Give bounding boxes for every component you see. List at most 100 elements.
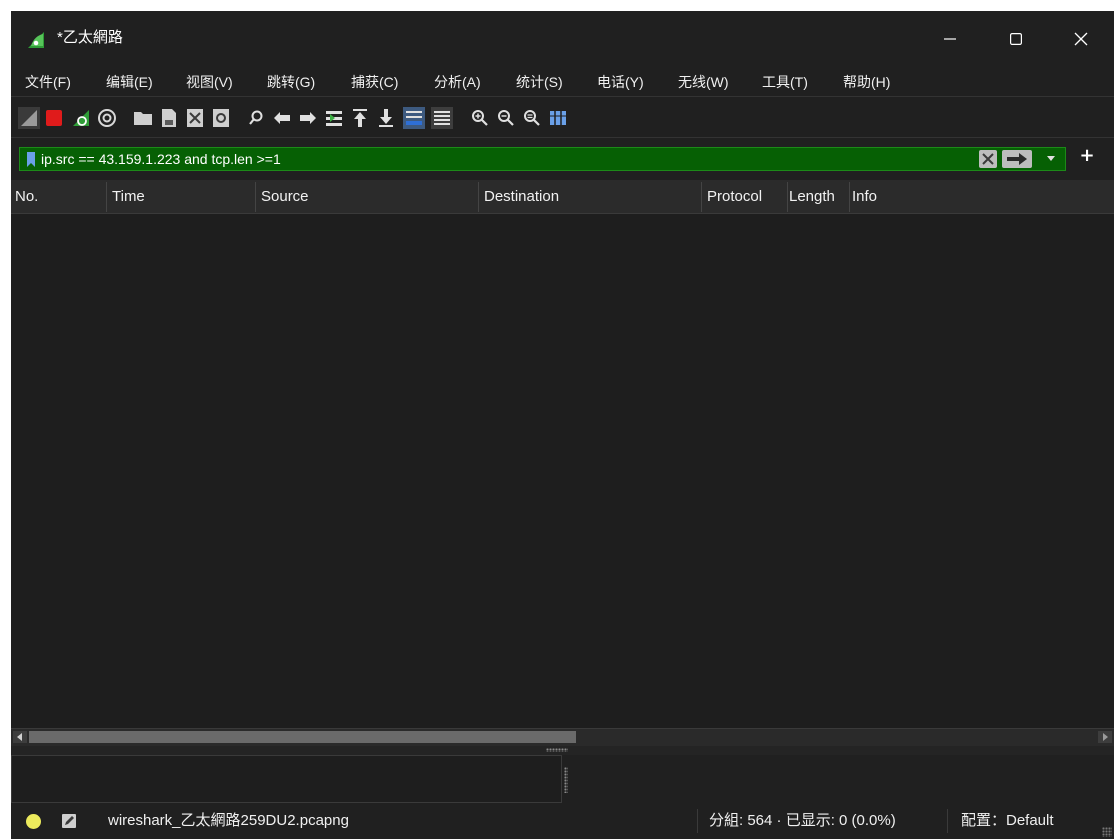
arrow-right-icon <box>1103 733 1108 741</box>
menu-edit[interactable]: 编辑(E) <box>106 73 153 91</box>
window-resize-grip-icon[interactable] <box>1102 827 1112 837</box>
scroll-right-button[interactable] <box>1098 731 1112 743</box>
auto-scroll-icon <box>403 107 425 129</box>
menu-bar: 文件(F) 编辑(E) 视图(V) 跳转(G) 捕获(C) 分析(A) 统计(S… <box>11 68 1114 96</box>
filter-history-dropdown-icon[interactable] <box>1046 155 1056 163</box>
close-button[interactable] <box>1064 24 1098 54</box>
capture-status-icon[interactable] <box>26 814 41 829</box>
first-packet-button[interactable] <box>349 107 371 129</box>
go-back-button[interactable] <box>271 107 293 129</box>
zoom-out-icon <box>498 110 514 126</box>
column-header-info[interactable]: Info <box>849 180 1114 213</box>
capture-options-icon <box>98 109 116 127</box>
close-icon <box>1074 32 1088 46</box>
menu-tools[interactable]: 工具(T) <box>762 73 808 91</box>
packet-count-stats: 分組: 564 · 已显示: 0 (0.0%) <box>709 812 896 829</box>
capture-comment-icon[interactable] <box>61 813 77 829</box>
stop-capture-button[interactable] <box>43 107 65 129</box>
normal-size-button[interactable] <box>521 107 543 129</box>
menu-file[interactable]: 文件(F) <box>25 73 71 91</box>
menu-view[interactable]: 视图(V) <box>186 73 233 91</box>
save-file-button[interactable] <box>158 107 180 129</box>
maximize-button[interactable] <box>999 24 1033 54</box>
window-title: *乙太網路 <box>57 29 123 46</box>
go-to-packet-icon <box>326 111 342 126</box>
packet-list-header: No. Time Source Destination Protocol Len… <box>11 180 1114 214</box>
menu-capture[interactable]: 捕获(C) <box>351 73 398 91</box>
column-header-time[interactable]: Time <box>108 180 255 213</box>
menu-analyze[interactable]: 分析(A) <box>434 73 481 91</box>
close-file-icon <box>187 109 203 127</box>
packet-details-pane[interactable] <box>11 755 562 803</box>
packet-list[interactable] <box>11 214 1114 728</box>
zoom-in-button[interactable] <box>469 107 491 129</box>
zoom-out-button[interactable] <box>495 107 517 129</box>
scrollbar-thumb[interactable] <box>29 731 576 743</box>
menu-help[interactable]: 帮助(H) <box>843 73 890 91</box>
go-forward-button[interactable] <box>297 107 319 129</box>
pane-splitter-horizontal[interactable] <box>11 746 1114 755</box>
clear-filter-icon[interactable] <box>978 149 998 169</box>
add-filter-button-icon[interactable]: + <box>1076 145 1098 167</box>
open-file-icon <box>134 112 152 125</box>
splitter-grip-icon <box>546 748 568 752</box>
open-file-button[interactable] <box>132 107 154 129</box>
auto-scroll-button[interactable] <box>403 107 425 129</box>
last-packet-icon <box>379 109 393 127</box>
menu-telephony[interactable]: 电话(Y) <box>597 73 644 91</box>
restart-capture-icon <box>73 110 89 126</box>
column-divider[interactable] <box>255 182 256 212</box>
column-divider[interactable] <box>106 182 107 212</box>
last-packet-button[interactable] <box>375 107 397 129</box>
reload-file-icon <box>213 109 229 127</box>
column-header-no[interactable]: No. <box>11 180 106 213</box>
minimize-button[interactable] <box>933 24 967 54</box>
display-filter-input[interactable]: ip.src == 43.159.1.223 and tcp.len >=1 <box>19 147 1066 171</box>
splitter-grip-icon <box>564 767 568 793</box>
colorize-button[interactable] <box>431 107 453 129</box>
menu-statistics[interactable]: 统计(S) <box>516 73 563 91</box>
menu-wireless[interactable]: 无线(W) <box>678 73 729 91</box>
status-bar: wireshark_乙太網路259DU2.pcapng 分組: 564 · 已显… <box>11 803 1114 839</box>
minimize-icon <box>944 38 956 40</box>
resize-columns-button[interactable] <box>547 107 569 129</box>
bookmark-icon[interactable] <box>27 152 35 167</box>
capture-file-name: wireshark_乙太網路259DU2.pcapng <box>108 812 349 829</box>
main-toolbar <box>11 96 1114 138</box>
first-packet-icon <box>353 109 367 127</box>
close-file-button[interactable] <box>184 107 206 129</box>
resize-columns-icon <box>550 111 566 125</box>
configuration-profile[interactable]: 配置：Default <box>961 811 1054 831</box>
packet-bytes-pane[interactable] <box>569 755 1114 803</box>
scroll-left-button[interactable] <box>13 731 27 743</box>
column-divider[interactable] <box>478 182 479 212</box>
filter-expression: ip.src == 43.159.1.223 and tcp.len >=1 <box>41 151 281 167</box>
column-header-protocol[interactable]: Protocol <box>703 180 787 213</box>
start-capture-icon <box>18 107 40 129</box>
capture-options-button[interactable] <box>96 107 118 129</box>
column-header-destination[interactable]: Destination <box>480 180 701 213</box>
column-header-source[interactable]: Source <box>257 180 478 213</box>
menu-go[interactable]: 跳转(G) <box>267 73 315 91</box>
status-divider <box>697 809 698 833</box>
wireshark-window: *乙太網路 文件(F) 编辑(E) 视图(V) 跳转(G) 捕获(C) 分析(A… <box>11 11 1114 839</box>
reload-file-button[interactable] <box>210 107 232 129</box>
save-file-icon <box>162 109 176 127</box>
status-divider <box>947 809 948 833</box>
display-filter-bar: ip.src == 43.159.1.223 and tcp.len >=1 + <box>11 138 1114 180</box>
column-header-length[interactable]: Length <box>787 180 849 213</box>
normal-size-icon <box>524 110 540 126</box>
stop-capture-icon <box>46 110 62 126</box>
go-forward-icon <box>300 112 316 124</box>
apply-filter-icon[interactable] <box>1001 149 1033 169</box>
go-to-packet-button[interactable] <box>323 107 345 129</box>
colorize-icon <box>431 107 453 129</box>
start-capture-button[interactable] <box>18 107 40 129</box>
packet-list-horizontal-scrollbar[interactable] <box>11 728 1114 746</box>
column-divider[interactable] <box>701 182 702 212</box>
find-packet-icon <box>249 110 263 125</box>
wireshark-fin-icon <box>28 32 44 48</box>
zoom-in-icon <box>472 110 488 126</box>
find-packet-button[interactable] <box>245 107 267 129</box>
restart-capture-button[interactable] <box>70 107 92 129</box>
